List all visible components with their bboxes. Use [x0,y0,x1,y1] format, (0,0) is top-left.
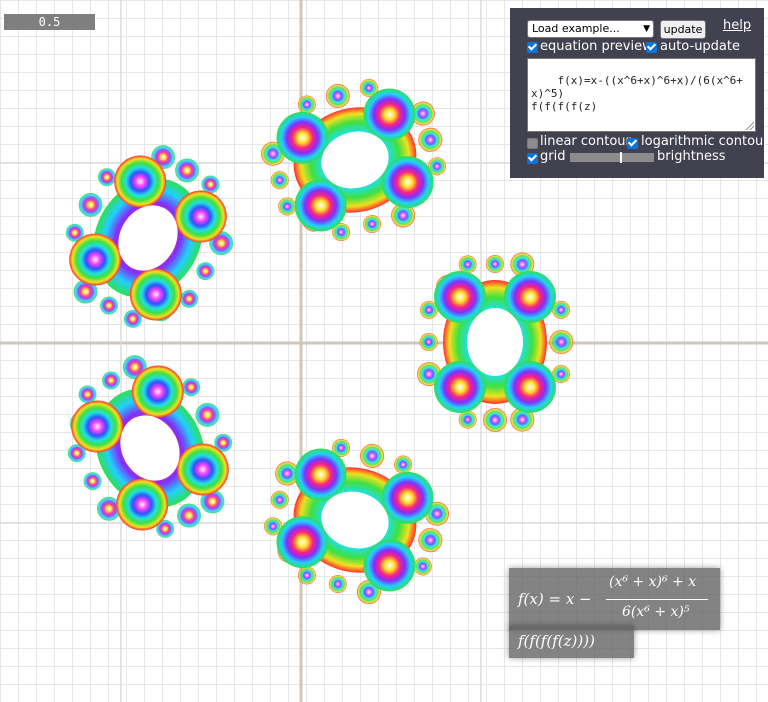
fractal-lobe [260,78,447,242]
fractal-bud [418,528,443,553]
fractal-bud [328,575,347,594]
auto-update-label: auto-update [660,39,740,54]
grid-checkbox[interactable] [527,153,538,164]
fractal-bud [100,296,118,315]
fractal-bud [270,490,289,509]
update-button[interactable]: update [660,20,706,39]
equation-textarea[interactable]: f(x)=x-((x^6+x)^6+x)/(6(x^6+x)^5) f(f(f(… [527,58,756,132]
formula-iteration: f(f(f(f(z)))) [518,632,595,650]
fractal-bud [458,255,477,274]
chevron-down-icon: ▼ [643,24,650,34]
fractal-lobe [67,355,233,538]
fractal-bud [83,472,102,491]
brightness-label: brightness [657,149,726,164]
fractal-lobe [65,145,234,328]
fractal-bud [419,333,438,351]
fractal-bud [483,408,507,432]
brightness-slider[interactable] [570,152,654,163]
formula-lhs: f(x) = x − [518,590,592,608]
resize-grip-icon[interactable] [746,122,754,130]
grid-label: grid [540,149,566,164]
fractal-bud [270,171,289,190]
equation-text: f(x)=x-((x^6+x)^6+x)/(6(x^6+x)^5) f(f(f(… [531,74,743,113]
fractal-lobe [263,438,450,605]
fractal-bud [549,330,574,354]
logarithmic-contour-label: logarithmic contour [641,134,768,149]
formula-denominator: 6(x⁶ + x)⁵ [622,604,690,620]
formula-preview: f(x) = x − (x⁶ + x)⁶ + x 6(x⁶ + x)⁵ [509,568,720,630]
fractal-bud [486,255,504,273]
scale-readout: 0.5 [4,14,95,30]
fractal-bud [325,83,350,108]
control-panel: Load example... ▼ update help equation p… [510,8,768,178]
load-example-select-label: Load example... [532,22,620,35]
fraction-bar [606,599,708,600]
formula-preview-iteration: f(f(f(f(z)))) [509,626,634,658]
help-link[interactable]: help [723,18,751,33]
equation-preview-label: equation preview [540,39,653,54]
linear-contour-checkbox[interactable] [527,138,538,149]
fractal-bud [177,503,201,528]
fractal-hole [467,308,523,376]
fractal-bud [175,158,199,183]
logarithmic-contour-checkbox[interactable] [627,138,638,149]
fractal-bud [102,371,120,390]
auto-update-checkbox[interactable] [646,42,657,53]
fractal-bud [360,443,385,468]
load-example-select[interactable]: Load example... ▼ [527,20,654,38]
fractal-bud [458,410,477,429]
equation-preview-checkbox[interactable] [527,42,538,53]
fractal-lobes [65,78,574,605]
fractal-bud [363,215,382,234]
fractal-bud [196,262,215,281]
formula-numerator: (x⁶ + x)⁶ + x [609,574,697,590]
brightness-slider-thumb[interactable] [620,152,622,163]
fractal-bud [418,127,443,152]
linear-contour-label: linear contour [540,134,631,149]
